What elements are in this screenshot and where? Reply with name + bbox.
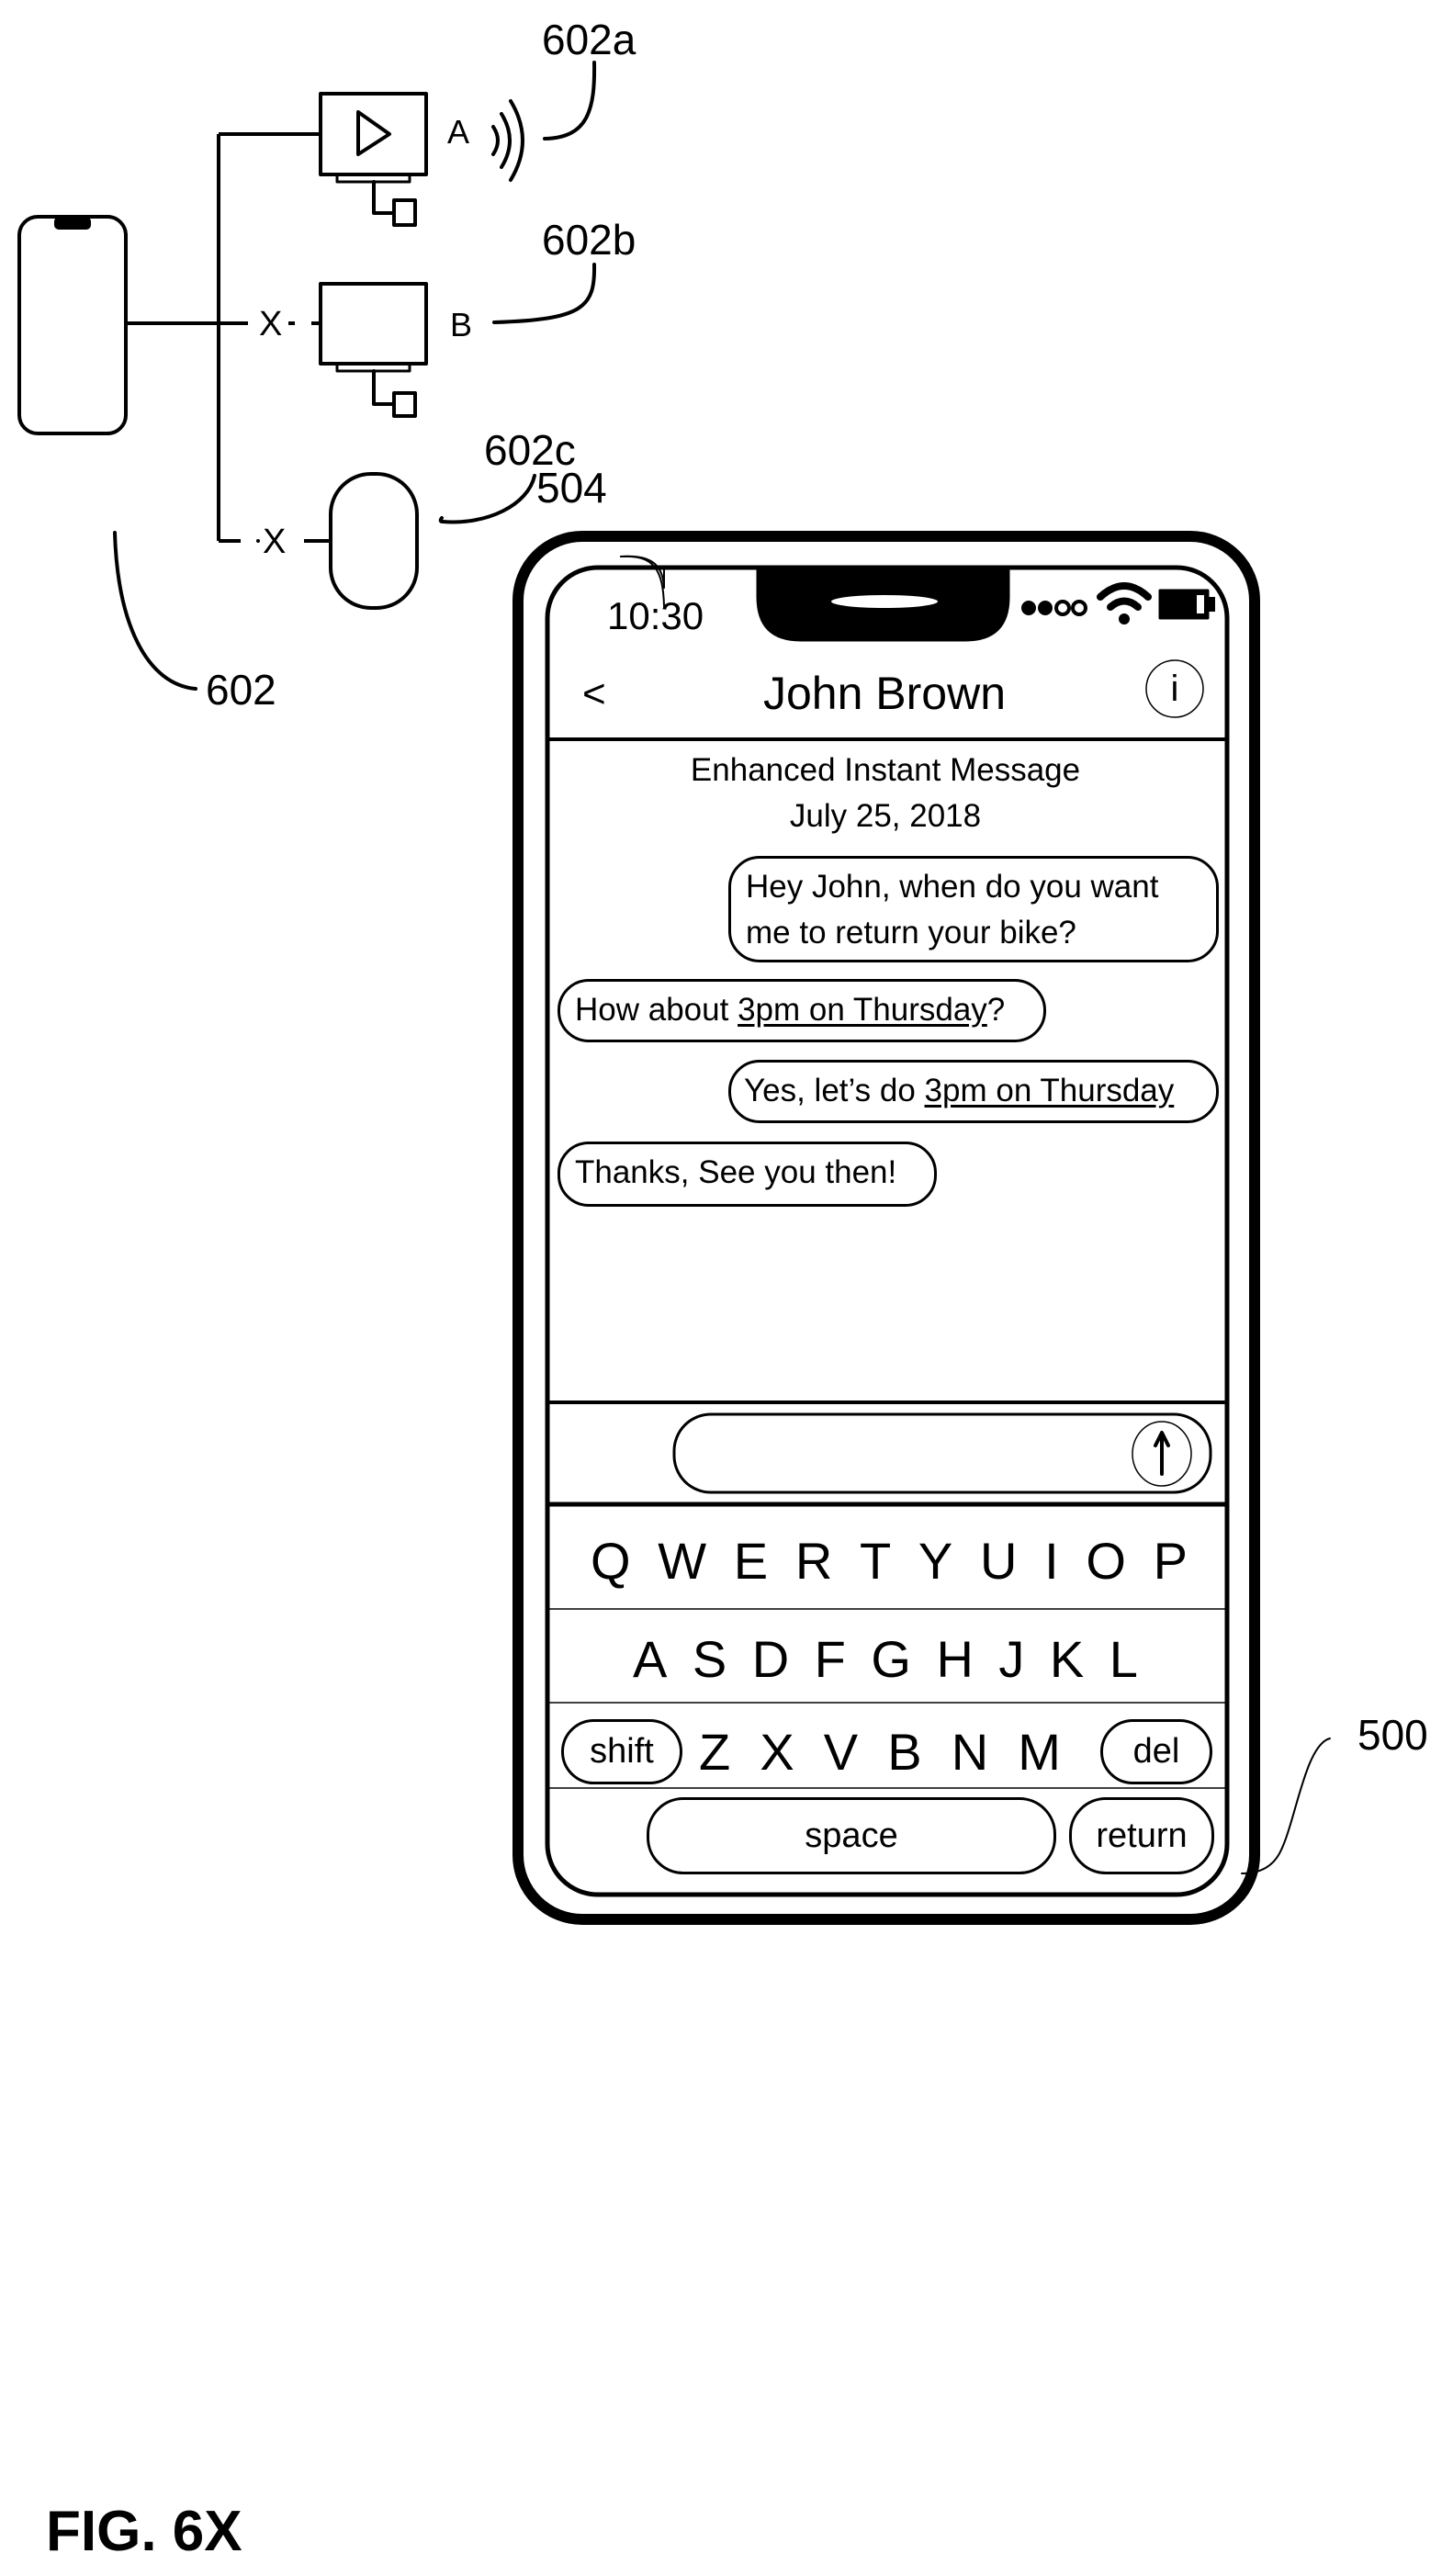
leader-602b: [494, 264, 594, 322]
key-h[interactable]: H: [936, 1634, 973, 1685]
keyboard-row-3: ZXVBNM: [699, 1727, 1061, 1778]
key-r[interactable]: R: [795, 1535, 832, 1587]
key-v[interactable]: V: [824, 1727, 858, 1778]
broken-link-dot: [256, 539, 260, 543]
delete-key[interactable]: del: [1100, 1719, 1212, 1784]
key-b[interactable]: B: [887, 1727, 921, 1778]
device-a-box: [394, 200, 415, 225]
line-art: [0, 0, 1453, 2576]
key-n[interactable]: N: [952, 1727, 988, 1778]
device-a-label: A: [447, 116, 469, 149]
message-bubble-sent: Hey John, when do you want me to return …: [728, 856, 1219, 962]
wifi-icon: [1100, 586, 1148, 624]
conversation-type: Enhanced Instant Message: [691, 754, 1080, 786]
key-j[interactable]: J: [998, 1634, 1024, 1685]
source-phone-notch: [54, 217, 91, 230]
battery-icon: [1160, 591, 1215, 618]
key-f[interactable]: F: [815, 1634, 846, 1685]
speaker-grille: [831, 595, 938, 608]
shift-key[interactable]: shift: [561, 1719, 682, 1784]
message-text-suffix: ?: [987, 992, 1005, 1028]
device-frame: [518, 536, 1255, 1919]
key-g[interactable]: G: [871, 1634, 911, 1685]
device-b-cable: [374, 371, 394, 404]
key-l[interactable]: L: [1109, 1634, 1138, 1685]
info-button[interactable]: i: [1171, 670, 1179, 707]
message-text: Hey John, when do you want me to return …: [746, 869, 1158, 951]
event-link[interactable]: 3pm on Thursday: [925, 1073, 1175, 1108]
play-icon: [358, 112, 389, 154]
sound-waves-icon: [493, 101, 523, 180]
key-o[interactable]: O: [1086, 1535, 1126, 1587]
message-bubble-received: How about 3pm on Thursday?: [558, 979, 1046, 1042]
key-m[interactable]: M: [1018, 1727, 1061, 1778]
ref-label-500: 500: [1357, 1714, 1428, 1756]
key-d[interactable]: D: [752, 1634, 789, 1685]
figure-label: FIG. 6X: [46, 2503, 242, 2560]
source-phone: [19, 217, 126, 433]
message-input[interactable]: [698, 1425, 1124, 1482]
back-button[interactable]: <: [582, 674, 606, 714]
key-e[interactable]: E: [734, 1535, 768, 1587]
key-i[interactable]: I: [1044, 1535, 1059, 1587]
key-w[interactable]: W: [658, 1535, 706, 1587]
conversation-title: John Brown: [763, 670, 1006, 716]
conversation-date: July 25, 2018: [790, 800, 981, 832]
leader-602a: [545, 62, 594, 139]
signal-dots-icon: [1021, 601, 1086, 615]
message-bubble-sent: Yes, let’s do 3pm on Thursday: [728, 1060, 1219, 1123]
ref-label-602a: 602a: [542, 18, 636, 61]
message-text: Yes, let’s do: [744, 1073, 925, 1108]
key-z[interactable]: Z: [699, 1727, 730, 1778]
message-text: How about: [575, 992, 738, 1028]
device-a-tv: [321, 94, 426, 174]
send-button[interactable]: [1132, 1422, 1191, 1486]
device-b-box: [394, 393, 415, 416]
key-u[interactable]: U: [980, 1535, 1017, 1587]
message-text: Thanks, See you then!: [575, 1154, 896, 1190]
key-x[interactable]: X: [760, 1727, 794, 1778]
device-b-tv: [321, 284, 426, 364]
keyboard-row-1: QWERTYUIOP: [591, 1535, 1188, 1587]
keyboard-row-2: ASDFGHJKL: [633, 1634, 1138, 1685]
device-b-label: B: [450, 309, 472, 342]
key-s[interactable]: S: [693, 1634, 726, 1685]
blocked-mark-b: X: [259, 307, 282, 342]
leader-602: [115, 533, 196, 689]
key-k[interactable]: K: [1050, 1634, 1084, 1685]
leader-602c: [441, 476, 535, 522]
space-key[interactable]: space: [647, 1797, 1056, 1874]
status-time: 10:30: [607, 597, 704, 636]
blocked-mark-c: X: [263, 524, 286, 559]
ref-label-504: 504: [536, 467, 607, 509]
event-link[interactable]: 3pm on Thursday: [738, 992, 987, 1028]
device-c-speaker: [331, 474, 417, 608]
key-t[interactable]: T: [860, 1535, 891, 1587]
connection-lines: [126, 134, 321, 541]
ref-label-602b: 602b: [542, 219, 636, 261]
message-bubble-received: Thanks, See you then!: [558, 1142, 937, 1207]
key-y[interactable]: Y: [918, 1535, 952, 1587]
ref-label-602: 602: [206, 669, 276, 711]
key-a[interactable]: A: [633, 1634, 667, 1685]
key-p[interactable]: P: [1154, 1535, 1188, 1587]
device-a-cable: [374, 182, 394, 213]
key-q[interactable]: Q: [591, 1535, 631, 1587]
return-key[interactable]: return: [1069, 1797, 1214, 1874]
